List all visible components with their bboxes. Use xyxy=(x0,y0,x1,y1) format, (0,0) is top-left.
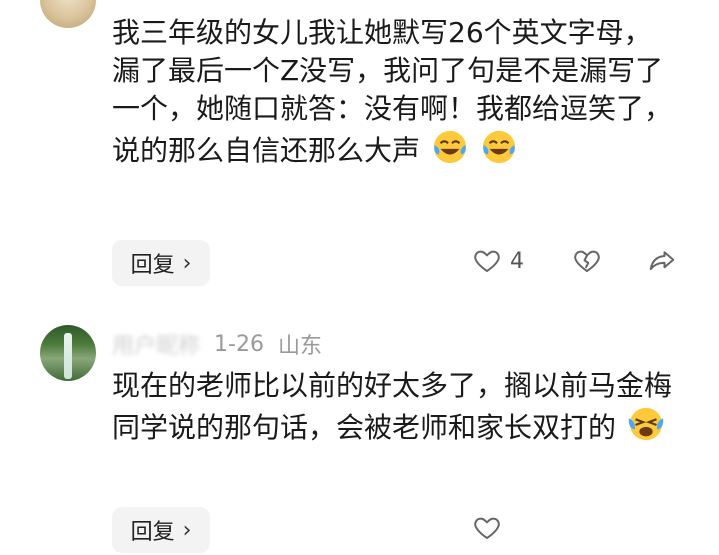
like-button[interactable]: 4 xyxy=(472,246,524,276)
comment-body: 我三年级的女儿我让她默写26个英文字母，漏了最后一个Z没写，我问了句是不是漏写了… xyxy=(112,16,673,167)
comment-text: 我三年级的女儿我让她默写26个英文字母，漏了最后一个Z没写，我问了句是不是漏写了… xyxy=(112,14,672,204)
broken-heart-icon xyxy=(574,250,600,272)
chevron-right-icon: › xyxy=(182,517,192,543)
share-button[interactable] xyxy=(646,246,678,276)
avatar[interactable] xyxy=(40,0,96,28)
heart-icon xyxy=(474,250,500,272)
comment-meta: 用户昵称 1-26 山东 xyxy=(112,328,322,360)
comment-date: 1-26 xyxy=(214,331,264,357)
laugh-cry-emoji xyxy=(482,130,515,164)
like-count: 4 xyxy=(510,248,524,274)
avatar[interactable] xyxy=(40,325,96,381)
reply-label: 回复 xyxy=(130,253,175,278)
comment-body: 现在的老师比以前的好太多了，搁以前马金梅同学说的那句话，会被老师和家长双打的 xyxy=(112,369,673,444)
like-button[interactable] xyxy=(472,513,502,543)
share-arrow-icon xyxy=(649,251,675,271)
author-name[interactable]: 用户昵称 xyxy=(112,328,200,360)
comment-text: 现在的老师比以前的好太多了，搁以前马金梅同学说的那句话，会被老师和家长双打的 xyxy=(112,367,672,499)
reply-button[interactable]: 回复 › xyxy=(112,240,210,286)
dislike-button[interactable] xyxy=(572,246,602,276)
crying-laugh-emoji xyxy=(628,407,664,441)
reply-button[interactable]: 回复 › xyxy=(112,507,210,553)
chevron-right-icon: › xyxy=(182,250,192,276)
heart-icon xyxy=(474,517,500,539)
reply-label: 回复 xyxy=(130,520,175,545)
laugh-cry-emoji xyxy=(433,130,467,164)
comment-location: 山东 xyxy=(277,334,322,359)
